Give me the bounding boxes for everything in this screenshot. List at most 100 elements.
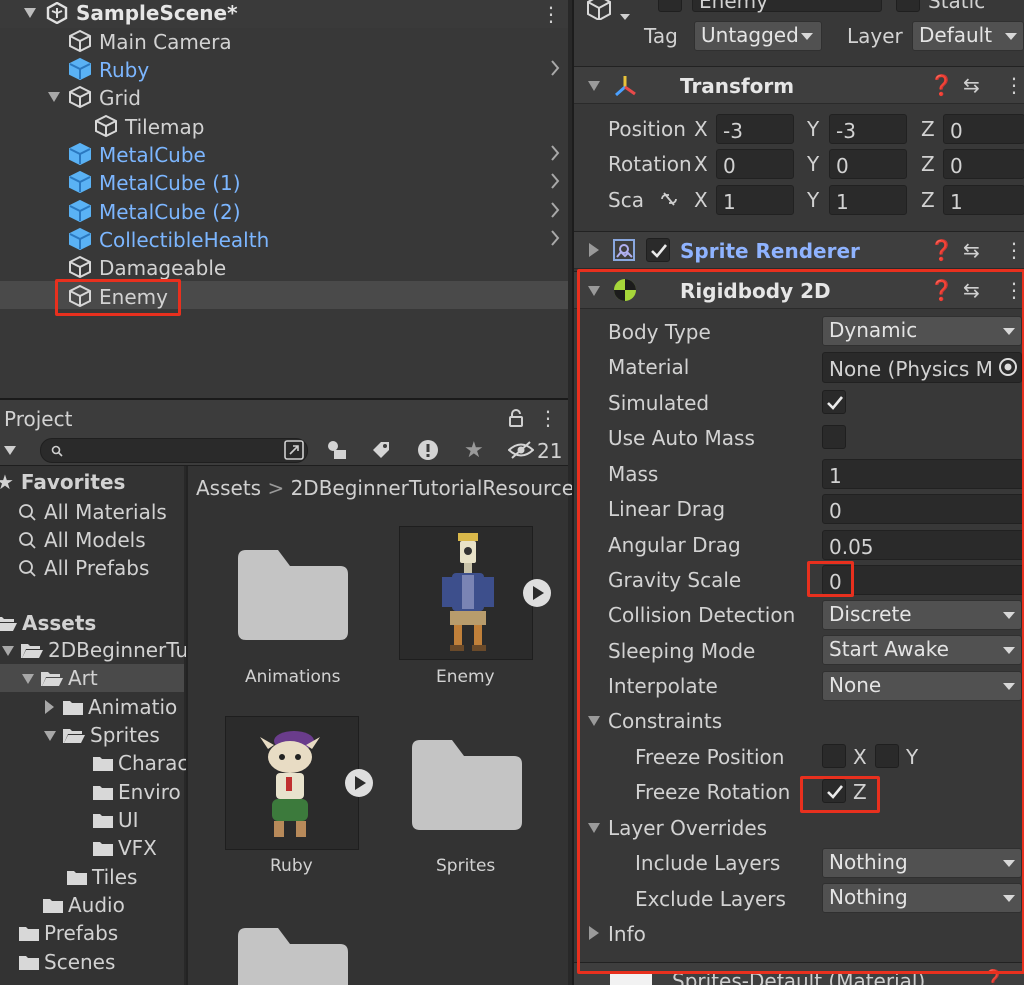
active-checkbox[interactable] [658, 0, 682, 12]
filter-type-icon[interactable] [326, 440, 348, 460]
grid-item-enemy[interactable] [399, 526, 533, 660]
warning-icon[interactable] [417, 439, 439, 461]
chevron-right-icon[interactable] [550, 230, 560, 246]
project-tree-item[interactable]: Charac [92, 753, 188, 773]
breadcrumb-folder[interactable]: 2DBeginnerTutorialResources [291, 476, 585, 500]
assets-header[interactable]: Assets [0, 613, 96, 633]
hierarchy-item[interactable]: Main Camera [0, 26, 568, 54]
icon-dropdown-arrow[interactable] [620, 14, 630, 21]
position-y-field[interactable]: -3 [829, 114, 907, 144]
preset-icon[interactable]: ⇆ [963, 238, 980, 262]
rigidbody-header[interactable]: Rigidbody 2D ❓ ⇆ ⋮ [574, 271, 1024, 309]
favorites-header[interactable]: ★ Favorites [0, 472, 125, 492]
foldout-arrow-icon[interactable] [588, 285, 600, 297]
hierarchy-item[interactable]: MetalCube [0, 139, 568, 167]
scene-menu-icon[interactable]: ⋮ [541, 2, 561, 26]
project-tree-item[interactable]: Audio [42, 895, 125, 915]
project-search-input[interactable] [40, 438, 308, 463]
hierarchy-item[interactable]: MetalCube (1) [0, 167, 568, 195]
project-tree-item[interactable]: Scenes [18, 952, 115, 972]
label-tag-icon[interactable] [371, 441, 391, 459]
interpolate-dropdown[interactable]: None [822, 671, 1022, 701]
hierarchy-item[interactable]: Tilemap [0, 111, 568, 139]
preset-icon[interactable]: ⇆ [963, 278, 980, 302]
scale-z-field[interactable]: 1 [943, 185, 1024, 215]
component-menu-icon[interactable]: ⋮ [1004, 278, 1024, 302]
project-tree-item[interactable]: Enviro [92, 782, 181, 802]
static-checkbox[interactable] [896, 0, 920, 12]
position-z-field[interactable]: 0 [943, 114, 1024, 144]
scene-row[interactable]: SampleScene* ⋮ [0, 0, 568, 28]
help-icon[interactable]: ❓ [929, 238, 954, 262]
sleeping-mode-dropdown[interactable]: Start Awake [822, 635, 1022, 665]
project-tree-item[interactable]: Prefabs [18, 923, 118, 943]
constraints-foldout-icon[interactable] [588, 715, 600, 727]
transform-header[interactable]: Transform ❓ ⇆ ⋮ [574, 66, 1024, 104]
play-icon[interactable] [522, 578, 552, 608]
hierarchy-item[interactable]: Ruby [0, 54, 568, 82]
freeze-position-x-checkbox[interactable] [822, 744, 846, 768]
rotation-z-field[interactable]: 0 [943, 149, 1024, 179]
component-menu-icon[interactable]: ⋮ [1004, 73, 1024, 97]
grid-item-ruby[interactable] [225, 716, 359, 850]
mass-field[interactable]: 1 [822, 459, 1024, 489]
hierarchy-item[interactable]: Enemy [0, 281, 568, 309]
lock-icon[interactable] [508, 409, 524, 427]
search-scope-icon[interactable] [284, 440, 304, 460]
collapse-arrow-icon[interactable] [24, 7, 36, 19]
chevron-right-icon[interactable] [550, 60, 560, 76]
hidden-eye-icon[interactable] [508, 441, 534, 459]
constrain-proportions-icon[interactable] [658, 189, 680, 209]
play-icon-ruby[interactable] [344, 768, 374, 798]
use-auto-mass-checkbox[interactable] [822, 425, 846, 449]
foldout-arrow-icon[interactable] [44, 730, 56, 742]
create-dropdown-icon[interactable] [4, 446, 16, 456]
help-icon[interactable]: ❓ [982, 969, 1004, 985]
foldout-collapsed-icon[interactable] [44, 700, 54, 714]
project-tab[interactable]: Project [4, 409, 72, 429]
foldout-arrow-icon[interactable] [588, 80, 600, 92]
simulated-checkbox[interactable] [822, 390, 846, 414]
hierarchy-item[interactable]: Grid [0, 82, 568, 110]
project-menu-icon[interactable]: ⋮ [538, 406, 558, 430]
body-type-dropdown[interactable]: Dynamic [822, 316, 1022, 346]
folder-icon-partial[interactable] [238, 928, 348, 985]
scale-y-field[interactable]: 1 [829, 185, 907, 215]
chevron-right-icon[interactable] [550, 173, 560, 189]
grid-item-sprites[interactable] [400, 728, 532, 858]
preset-icon[interactable]: ⇆ [963, 73, 980, 97]
object-picker-icon[interactable] [998, 357, 1018, 377]
project-tree-item[interactable]: Art [22, 668, 98, 688]
foldout-arrow-icon[interactable] [2, 645, 14, 657]
layer-overrides-foldout-icon[interactable] [588, 822, 600, 834]
scale-x-field[interactable]: 1 [716, 185, 794, 215]
project-tree-item[interactable]: UI [92, 810, 139, 830]
rotation-y-field[interactable]: 0 [829, 149, 907, 179]
collision-detection-dropdown[interactable]: Discrete [822, 600, 1022, 630]
layer-overrides-label[interactable]: Layer Overrides [608, 818, 767, 838]
help-icon[interactable]: ❓ [929, 73, 954, 97]
project-tree-item[interactable]: Tiles [66, 867, 137, 887]
object-name-field[interactable]: Enemy [692, 0, 882, 12]
project-tree-item[interactable]: VFX [92, 838, 157, 858]
hierarchy-item[interactable]: MetalCube (2) [0, 196, 568, 224]
material-field[interactable]: None (Physics M [822, 352, 1022, 383]
layer-dropdown[interactable]: Default [912, 21, 1024, 51]
grid-item-animations[interactable] [226, 538, 358, 668]
freeze-position-y-checkbox[interactable] [875, 744, 899, 768]
project-tree-item[interactable]: Sprites [44, 725, 160, 745]
freeze-rotation-z-checkbox[interactable] [822, 779, 846, 803]
linear-drag-field[interactable]: 0 [822, 494, 1024, 524]
foldout-arrow-icon[interactable] [48, 91, 60, 103]
help-icon[interactable]: ❓ [929, 278, 954, 302]
foldout-collapsed-icon[interactable] [588, 243, 600, 257]
material-footer[interactable]: Sprites-Default (Material) ❓ [574, 962, 1024, 985]
include-layers-dropdown[interactable]: Nothing [822, 848, 1022, 878]
info-label[interactable]: Info [608, 924, 646, 944]
chevron-right-icon[interactable] [550, 145, 560, 161]
component-menu-icon[interactable]: ⋮ [1004, 238, 1024, 262]
rotation-x-field[interactable]: 0 [716, 149, 794, 179]
foldout-arrow-icon[interactable] [22, 673, 34, 685]
position-x-field[interactable]: -3 [716, 114, 794, 144]
gravity-scale-field[interactable]: 0 [822, 565, 1024, 595]
